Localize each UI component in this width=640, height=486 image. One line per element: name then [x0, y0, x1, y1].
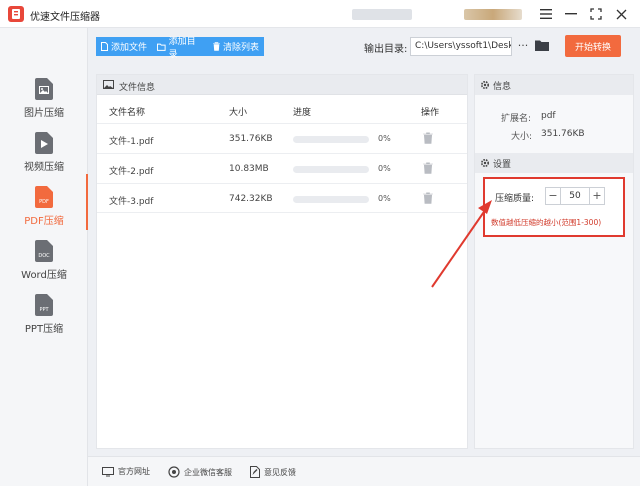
- file-panel-header: 文件信息: [97, 75, 467, 95]
- sidebar-item-label: PPT压缩: [24, 324, 64, 335]
- clear-list-label: 清除列表: [223, 43, 260, 53]
- open-folder-icon[interactable]: [535, 39, 549, 51]
- app-logo-icon: [8, 6, 24, 22]
- title-bar: 优速文件压缩器: [0, 0, 640, 28]
- quality-highlight-box: 压缩质量: − 50 + 数值越低压缩的越小(范围1-300): [483, 177, 625, 237]
- sidebar: 图片压缩 视频压缩 PDF PDF压缩 DOC Word压缩 PPT PPT压缩: [0, 28, 88, 486]
- add-file-button[interactable]: 添加文件: [96, 37, 152, 56]
- add-folder-button[interactable]: 添加目录: [152, 37, 208, 60]
- extension-label: 扩展名:: [501, 114, 532, 124]
- blurred-user-area: [464, 9, 522, 20]
- start-convert-button[interactable]: 开始转换: [565, 35, 621, 57]
- quality-decrease-button[interactable]: −: [545, 187, 561, 205]
- website-label: 官方网址: [118, 467, 150, 476]
- file-size: 10.83MB: [229, 164, 269, 174]
- file-name: 文件-2.pdf: [109, 167, 154, 177]
- minimize-icon[interactable]: [562, 5, 580, 23]
- table-row[interactable]: 文件-3.pdf 742.32KB 0%: [97, 183, 467, 213]
- output-dir-label: 输出目录:: [364, 44, 408, 55]
- clear-list-button[interactable]: 清除列表: [208, 37, 264, 56]
- quality-increase-button[interactable]: +: [589, 187, 605, 205]
- quality-input[interactable]: 50: [561, 187, 589, 205]
- gear-icon: [480, 158, 490, 168]
- active-indicator: [86, 174, 88, 230]
- column-header-progress: 进度: [293, 108, 312, 118]
- extension-value: pdf: [541, 111, 556, 121]
- info-panel: 信息 扩展名: pdf 大小: 351.76KB 设置 压缩质量: − 50 +…: [474, 74, 634, 449]
- word-icon-tag: DOC: [38, 253, 50, 259]
- output-path-input[interactable]: C:\Users\yssoft1\Deskt: [410, 37, 512, 56]
- size-value: 351.76KB: [541, 129, 585, 139]
- add-file-label: 添加文件: [111, 43, 148, 53]
- delete-icon[interactable]: [423, 132, 433, 144]
- sidebar-item-label: 视频压缩: [24, 162, 64, 173]
- monitor-icon: [102, 466, 114, 476]
- chat-icon: [168, 466, 180, 478]
- table-row[interactable]: 文件-1.pdf 351.76KB 0%: [97, 123, 467, 153]
- feedback-link[interactable]: 意见反馈: [250, 466, 296, 478]
- column-header-size: 大小: [229, 108, 248, 118]
- quality-hint: 数值越低压缩的越小(范围1-300): [491, 218, 602, 227]
- file-panel-title: 文件信息: [119, 83, 156, 93]
- footer-bar: 官方网址 企业微信客服 意见反馈: [88, 456, 640, 486]
- column-header-name: 文件名称: [109, 108, 146, 118]
- file-size: 351.76KB: [229, 134, 273, 144]
- file-list-panel: 文件信息 文件名称 大小 进度 操作 文件-1.pdf 351.76KB 0% …: [96, 74, 468, 449]
- sidebar-item-ppt[interactable]: PPT PPT压缩: [0, 290, 88, 342]
- add-folder-label: 添加目录: [168, 36, 196, 60]
- trash-icon: [213, 42, 220, 51]
- website-link[interactable]: 官方网址: [102, 466, 150, 477]
- image-file-icon: [35, 78, 53, 100]
- quality-label: 压缩质量:: [495, 194, 535, 204]
- ppt-file-icon: PPT: [35, 294, 53, 316]
- progress-bar: [293, 196, 369, 203]
- browse-more-button[interactable]: ···: [516, 37, 530, 56]
- file-size: 742.32KB: [229, 194, 273, 204]
- sidebar-item-image[interactable]: 图片压缩: [0, 74, 88, 126]
- menu-icon[interactable]: [537, 5, 555, 23]
- sidebar-item-video[interactable]: 视频压缩: [0, 128, 88, 180]
- maximize-icon[interactable]: [587, 5, 605, 23]
- info-title: 信息: [493, 82, 512, 92]
- file-name: 文件-3.pdf: [109, 197, 154, 207]
- delete-icon[interactable]: [423, 192, 433, 204]
- blurred-area: [352, 9, 412, 20]
- sidebar-item-label: 图片压缩: [24, 108, 64, 119]
- info-section-header: 信息: [475, 75, 633, 95]
- settings-section-header: 设置: [475, 153, 633, 173]
- ppt-icon-tag: PPT: [39, 307, 49, 313]
- size-label: 大小:: [511, 132, 533, 142]
- progress-percent: 0%: [378, 164, 391, 173]
- close-icon[interactable]: [612, 5, 630, 23]
- folder-outline-icon: [157, 43, 166, 51]
- pdf-icon-tag: PDF: [39, 199, 49, 205]
- feedback-icon: [250, 466, 260, 478]
- settings-title: 设置: [493, 160, 512, 170]
- sidebar-item-word[interactable]: DOC Word压缩: [0, 236, 88, 288]
- progress-bar: [293, 166, 369, 173]
- column-header-action: 操作: [421, 108, 440, 118]
- progress-bar: [293, 136, 369, 143]
- wechat-service-link[interactable]: 企业微信客服: [168, 466, 232, 478]
- table-row[interactable]: 文件-2.pdf 10.83MB 0%: [97, 153, 467, 183]
- progress-percent: 0%: [378, 134, 391, 143]
- video-file-icon: [35, 132, 53, 154]
- delete-icon[interactable]: [423, 162, 433, 174]
- app-title: 优速文件压缩器: [30, 12, 100, 23]
- wechat-label: 企业微信客服: [184, 467, 232, 477]
- sidebar-item-label: Word压缩: [21, 270, 67, 281]
- file-name: 文件-1.pdf: [109, 137, 154, 147]
- gear-icon: [480, 80, 490, 90]
- word-file-icon: DOC: [35, 240, 53, 262]
- pdf-file-icon: PDF: [35, 186, 53, 208]
- sidebar-item-pdf[interactable]: PDF PDF压缩: [0, 182, 88, 234]
- image-icon: [103, 80, 114, 89]
- file-icon: [101, 42, 108, 51]
- feedback-label: 意见反馈: [264, 467, 296, 477]
- progress-percent: 0%: [378, 194, 391, 203]
- sidebar-item-label: PDF压缩: [24, 216, 64, 227]
